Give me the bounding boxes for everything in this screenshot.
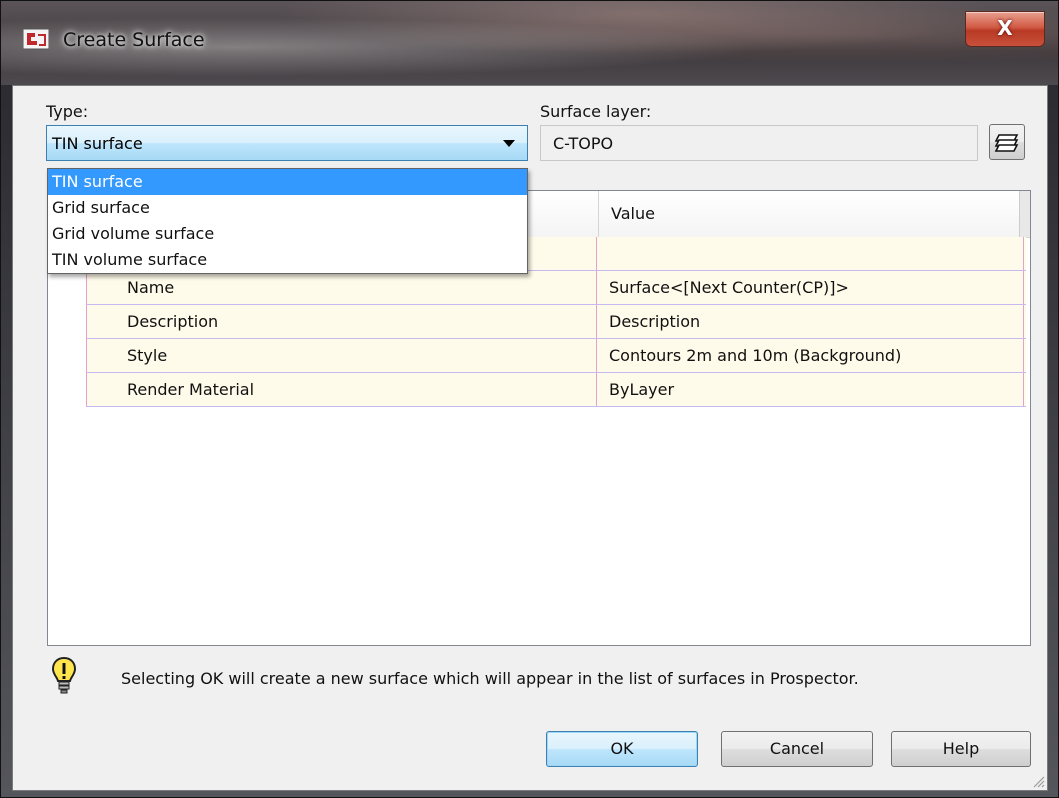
table-row[interactable]: Style Contours 2m and 10m (Background) bbox=[86, 339, 1026, 373]
surface-layer-value: C-TOPO bbox=[553, 134, 614, 153]
close-icon: X bbox=[997, 16, 1013, 40]
info-message: Selecting OK will create a new surface w… bbox=[121, 669, 859, 688]
surface-layer-field: C-TOPO bbox=[540, 125, 978, 161]
grid-group-value-cell bbox=[597, 237, 1024, 270]
resize-grip-icon[interactable] bbox=[1031, 774, 1045, 788]
layers-icon bbox=[994, 134, 1019, 152]
type-selected-value: TIN surface bbox=[52, 134, 143, 153]
app-icon bbox=[23, 28, 49, 50]
window-title: Create Surface bbox=[63, 29, 205, 51]
type-option-tin-volume-surface[interactable]: TIN volume surface bbox=[48, 247, 527, 273]
close-button[interactable]: X bbox=[965, 11, 1045, 47]
table-row[interactable]: Render Material ByLayer bbox=[86, 373, 1026, 407]
grid-header-scroll-area bbox=[1019, 191, 1030, 237]
help-button[interactable]: Help bbox=[891, 731, 1031, 767]
type-option-grid-volume-surface[interactable]: Grid volume surface bbox=[48, 221, 527, 247]
type-dropdown-list: TIN surface Grid surface Grid volume sur… bbox=[47, 168, 528, 274]
layer-picker-button[interactable] bbox=[989, 124, 1025, 160]
table-row[interactable]: Name Surface<[Next Counter(CP)]> bbox=[86, 271, 1026, 305]
lightbulb-icon bbox=[51, 656, 77, 694]
surface-layer-label: Surface layer: bbox=[540, 102, 652, 121]
property-value-cell[interactable]: Contours 2m and 10m (Background) bbox=[597, 339, 1024, 372]
property-name-cell: Description bbox=[86, 305, 597, 338]
property-value-cell[interactable]: Surface<[Next Counter(CP)]> bbox=[597, 271, 1024, 304]
property-value-cell[interactable]: Description bbox=[597, 305, 1024, 338]
property-name-cell: Style bbox=[86, 339, 597, 372]
type-option-tin-surface[interactable]: TIN surface bbox=[48, 169, 527, 195]
cancel-button[interactable]: Cancel bbox=[721, 731, 873, 767]
table-row[interactable]: Description Description bbox=[86, 305, 1026, 339]
title-bar[interactable]: Create Surface X bbox=[1, 1, 1058, 85]
type-option-grid-surface[interactable]: Grid surface bbox=[48, 195, 527, 221]
create-surface-dialog: Create Surface X Type: Surface layer: TI… bbox=[0, 0, 1059, 798]
dialog-body: Type: Surface layer: TIN surface C-TOPO … bbox=[12, 85, 1048, 791]
chevron-down-icon bbox=[503, 140, 515, 147]
ok-button[interactable]: OK bbox=[546, 731, 698, 767]
property-name-cell: Name bbox=[86, 271, 597, 304]
type-label: Type: bbox=[46, 102, 89, 121]
property-value-cell[interactable]: ByLayer bbox=[597, 373, 1024, 406]
type-dropdown[interactable]: TIN surface bbox=[46, 125, 528, 161]
property-name-cell: Render Material bbox=[86, 373, 597, 406]
value-column-header[interactable]: Value bbox=[598, 191, 1030, 237]
